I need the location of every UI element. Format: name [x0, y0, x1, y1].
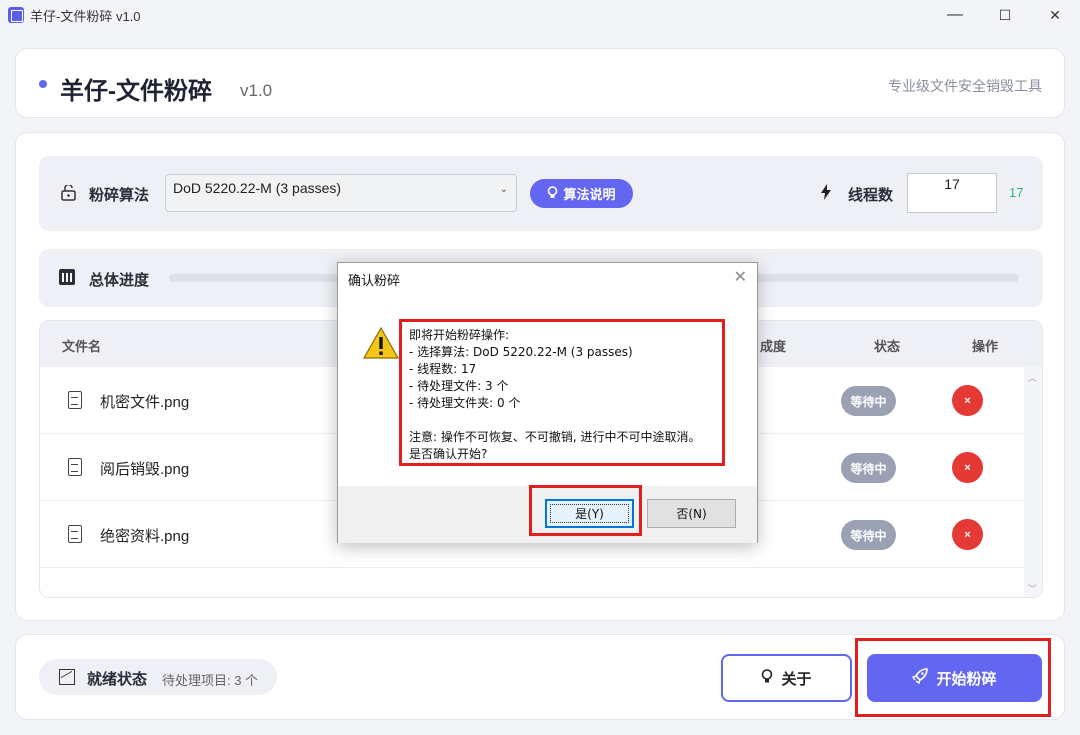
thread-count-display: 17	[1009, 185, 1024, 200]
algorithm-bar: 粉碎算法 DoD 5220.22-M (3 passes) ⌄ 算法说明 线程数…	[39, 156, 1043, 231]
algorithm-selected-value: DoD 5220.22-M (3 passes)	[173, 180, 342, 196]
bar-chart-icon	[59, 269, 75, 285]
dialog-title: 确认粉碎	[348, 274, 401, 289]
footer-card: 就绪状态 待处理项目: 3 个 关于 开始粉碎	[15, 634, 1065, 720]
thread-label: 线程数	[848, 187, 894, 204]
status-badge: 等待中	[841, 453, 896, 483]
start-shred-button[interactable]: 开始粉碎	[867, 654, 1042, 702]
dialog-footer: 是(Y) 否(N)	[338, 486, 757, 543]
column-progress: 成度	[760, 339, 787, 354]
table-scrollbar[interactable]: ︿ ﹀	[1024, 367, 1042, 597]
app-icon	[8, 7, 24, 23]
maximize-button[interactable]: ☐	[980, 0, 1030, 30]
close-button[interactable]: ✕	[1030, 0, 1080, 30]
lightbulb-icon	[761, 668, 773, 688]
column-action: 操作	[972, 339, 999, 354]
rocket-icon	[912, 668, 929, 688]
dialog-message-line: 是否确认开始?	[409, 447, 488, 461]
dialog-message: 即将开始粉碎操作: - 选择算法: DoD 5220.22-M (3 passe…	[399, 319, 725, 466]
status-badge: 等待中	[841, 386, 896, 416]
app-version: v1.0	[240, 81, 273, 100]
dialog-message-line: - 待处理文件夹: 0 个	[409, 396, 521, 410]
confirm-dialog: 确认粉碎 ✕ 即将开始粉碎操作: - 选择算法: DoD 5220.22-M (…	[337, 262, 758, 543]
scroll-up-icon[interactable]: ︿	[1028, 371, 1037, 384]
file-name: 机密文件.png	[100, 394, 190, 411]
file-icon	[68, 458, 82, 476]
window-title: 羊仔-文件粉碎 v1.0	[30, 8, 141, 24]
confirm-yes-button[interactable]: 是(Y)	[545, 499, 634, 528]
warning-icon	[362, 326, 400, 359]
algorithm-help-button[interactable]: 算法说明	[530, 179, 633, 208]
about-label: 关于	[781, 670, 812, 688]
column-filename: 文件名	[62, 339, 102, 354]
file-icon	[68, 391, 82, 409]
status-count: 待处理项目: 3 个	[162, 673, 259, 688]
file-icon	[68, 525, 82, 543]
status-pill: 就绪状态 待处理项目: 3 个	[39, 659, 277, 695]
status-badge: 等待中	[841, 520, 896, 550]
title-bar: 羊仔-文件粉碎 v1.0 — ☐ ✕	[0, 0, 1080, 30]
app-title: 羊仔-文件粉碎	[60, 78, 212, 105]
start-shred-label: 开始粉碎	[936, 670, 997, 688]
about-button[interactable]: 关于	[721, 654, 852, 702]
progress-label: 总体进度	[89, 272, 150, 289]
remove-file-button[interactable]: ×	[952, 385, 983, 416]
remove-file-button[interactable]: ×	[952, 519, 983, 550]
file-name: 绝密资料.png	[100, 528, 190, 545]
dialog-message-line: 即将开始粉碎操作:	[409, 328, 510, 342]
chart-icon	[59, 669, 75, 685]
title-dot	[39, 80, 47, 88]
dialog-message-line: 注意: 操作不可恢复、不可撤销, 进行中不可中途取消。	[409, 430, 701, 444]
shredder-icon	[60, 183, 77, 207]
dialog-message-line: - 待处理文件: 3 个	[409, 379, 509, 393]
dialog-message-line: - 线程数: 17	[409, 362, 477, 376]
dialog-body: 即将开始粉碎操作: - 选择算法: DoD 5220.22-M (3 passe…	[338, 293, 757, 486]
lightbulb-icon	[547, 185, 558, 202]
confirm-no-button[interactable]: 否(N)	[647, 499, 736, 528]
dialog-message-line: - 选择算法: DoD 5220.22-M (3 passes)	[409, 345, 633, 359]
algorithm-help-label: 算法说明	[563, 187, 616, 202]
scroll-down-icon[interactable]: ﹀	[1028, 582, 1037, 595]
lightning-icon	[820, 184, 832, 204]
algorithm-select[interactable]: DoD 5220.22-M (3 passes) ⌄	[165, 174, 517, 212]
remove-file-button[interactable]: ×	[952, 452, 983, 483]
header-card: 羊仔-文件粉碎 v1.0 专业级文件安全销毁工具	[15, 48, 1065, 118]
chevron-down-icon: ⌄	[499, 184, 508, 195]
dialog-close-icon[interactable]: ✕	[734, 267, 747, 287]
thread-count-input[interactable]: 17	[907, 173, 997, 213]
column-status: 状态	[874, 339, 901, 354]
algorithm-label: 粉碎算法	[89, 187, 150, 204]
file-name: 阅后销毁.png	[100, 461, 190, 478]
status-title: 就绪状态	[87, 671, 148, 688]
app-subtitle: 专业级文件安全销毁工具	[888, 78, 1042, 94]
minimize-button[interactable]: —	[930, 0, 980, 30]
